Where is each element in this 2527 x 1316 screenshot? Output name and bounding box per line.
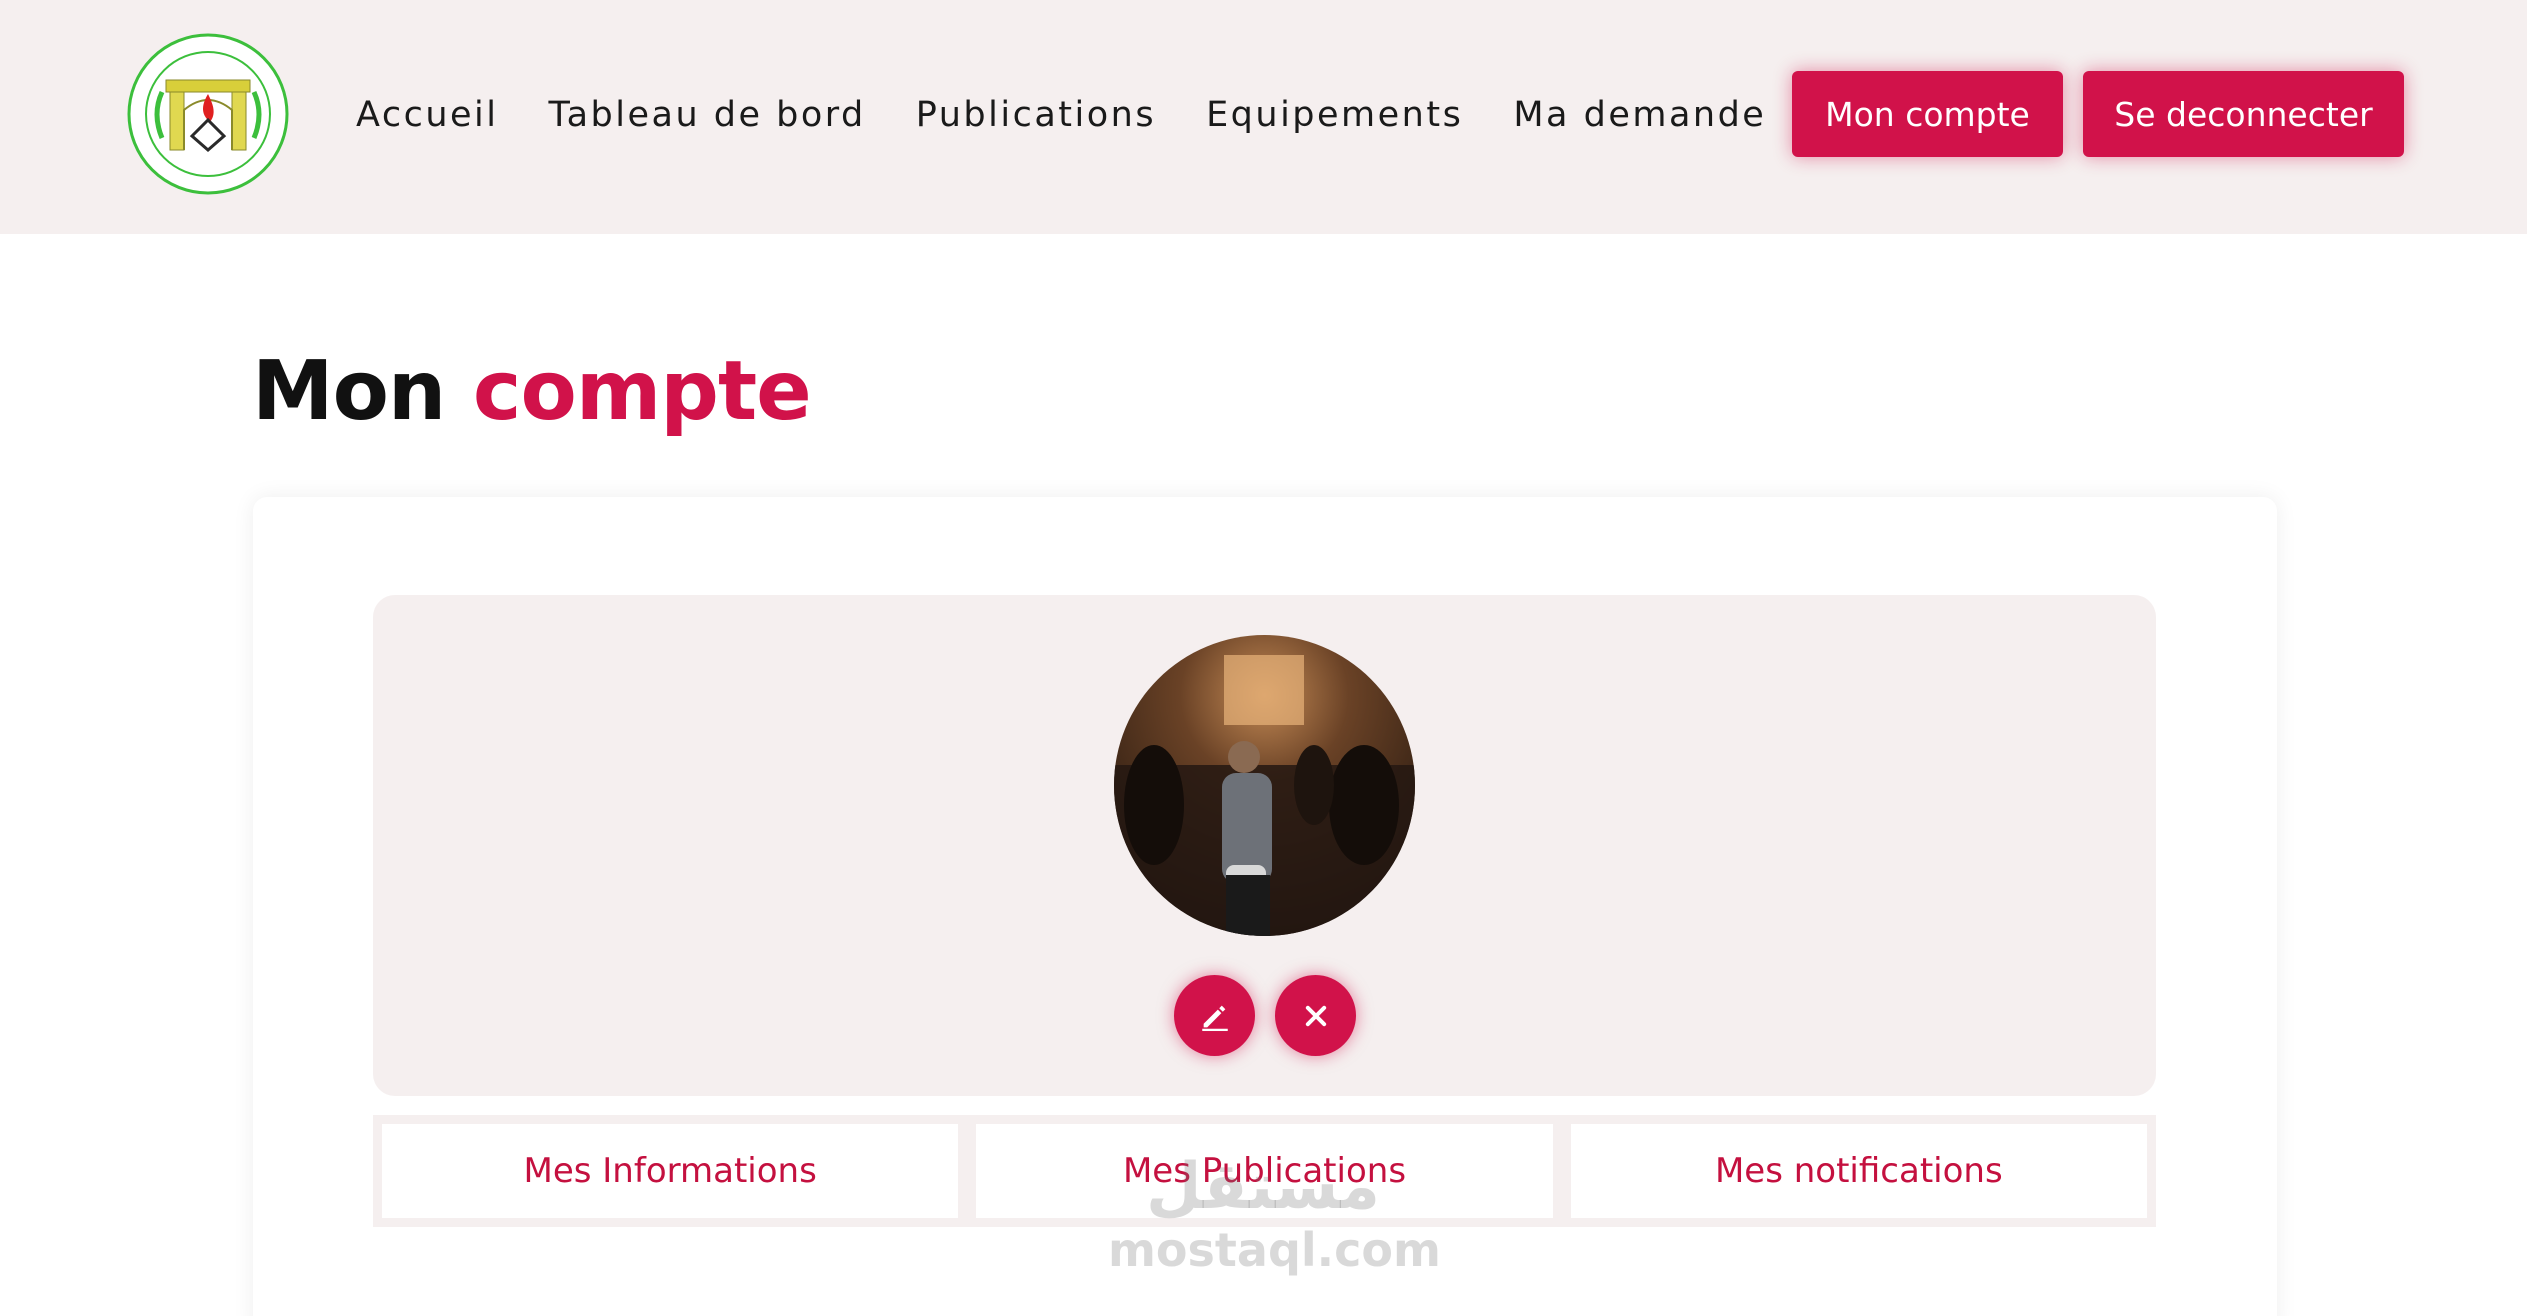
nav-equipements[interactable]: Equipements xyxy=(1206,88,1463,142)
page-title-part1: Mon xyxy=(252,344,446,439)
page-title: Mon compte xyxy=(252,344,812,439)
mon-compte-button[interactable]: Mon compte xyxy=(1792,71,2063,157)
main-nav: Accueil Tableau de bord Publications Equ… xyxy=(356,88,1816,142)
remove-avatar-button[interactable] xyxy=(1275,975,1356,1056)
logout-button[interactable]: Se deconnecter xyxy=(2083,71,2404,157)
account-tabs: Mes Informations Mes Publications Mes no… xyxy=(373,1115,2156,1227)
nav-ma-demande[interactable]: Ma demande xyxy=(1513,88,1766,142)
edit-avatar-button[interactable] xyxy=(1174,975,1255,1056)
university-logo[interactable] xyxy=(126,32,290,196)
nav-accueil[interactable]: Accueil xyxy=(356,88,498,142)
close-icon xyxy=(1305,1005,1326,1026)
page-title-part2: compte xyxy=(472,344,812,439)
nav-publications[interactable]: Publications xyxy=(916,88,1156,142)
tab-mes-notifications[interactable]: Mes notifications xyxy=(1570,1124,2147,1218)
pencil-icon xyxy=(1201,1005,1228,1031)
avatar xyxy=(1114,635,1415,936)
tab-mes-informations[interactable]: Mes Informations xyxy=(382,1124,959,1218)
tab-mes-publications[interactable]: Mes Publications xyxy=(976,1124,1553,1218)
top-navbar: Accueil Tableau de bord Publications Equ… xyxy=(0,0,2527,234)
nav-tableau-de-bord[interactable]: Tableau de bord xyxy=(548,88,865,142)
